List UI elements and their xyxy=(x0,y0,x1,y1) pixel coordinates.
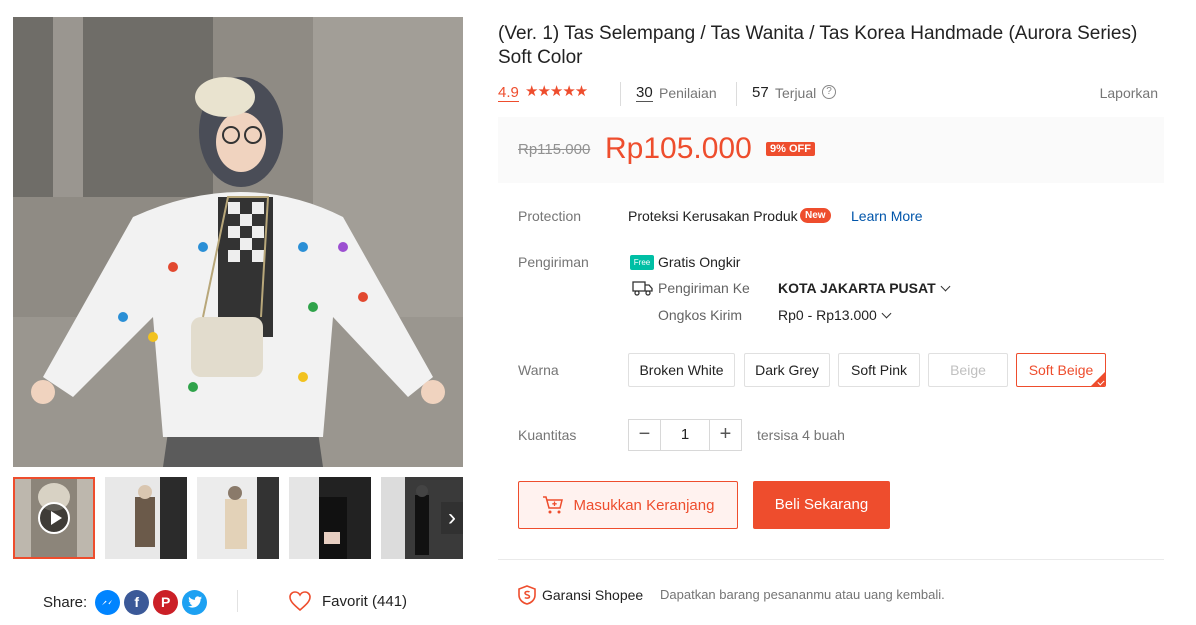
favorite-button[interactable]: Favorit (441) xyxy=(288,590,407,612)
thumbnail-image xyxy=(289,477,371,559)
stock-text: tersisa 4 buah xyxy=(757,427,845,443)
variant-dark-grey[interactable]: Dark Grey xyxy=(744,353,830,387)
section-divider xyxy=(498,559,1164,560)
check-icon xyxy=(1097,378,1105,386)
thumbnail-image xyxy=(197,477,279,559)
shipping-cost: Rp0 - Rp13.000 xyxy=(778,307,877,323)
variant-soft-pink[interactable]: Soft Pink xyxy=(838,353,920,387)
variant-broken-white[interactable]: Broken White xyxy=(628,353,735,387)
thumbnail-image-2[interactable] xyxy=(105,477,187,559)
truck-icon xyxy=(632,280,654,301)
learn-more-link[interactable]: Learn More xyxy=(851,208,923,224)
play-icon[interactable] xyxy=(38,502,70,534)
quantity-stepper: − 1 + xyxy=(628,419,742,451)
shipping-city-dropdown[interactable]: KOTA JAKARTA PUSAT xyxy=(778,280,951,296)
free-shipping-text: Gratis Ongkir xyxy=(658,254,741,270)
thumbnail-image xyxy=(105,477,187,559)
product-title: (Ver. 1) Tas Selempang / Tas Wanita / Ta… xyxy=(498,23,1138,68)
help-icon[interactable]: ? xyxy=(822,85,836,99)
chevron-down-icon xyxy=(881,308,892,319)
add-to-cart-button[interactable]: Masukkan Keranjang xyxy=(518,481,738,529)
rating-stars-icon: ★★★★★ xyxy=(525,83,588,100)
guarantee-title: Garansi Shopee xyxy=(542,587,644,603)
main-product-image[interactable] xyxy=(13,17,463,467)
shield-icon xyxy=(518,585,536,610)
messenger-icon[interactable] xyxy=(95,589,121,615)
buy-now-button[interactable]: Beli Sekarang xyxy=(753,481,890,529)
rating-value[interactable]: 4.9 xyxy=(498,84,519,102)
variant-beige: Beige xyxy=(928,353,1008,387)
share-label: Share: xyxy=(43,593,88,611)
new-badge: New xyxy=(800,208,831,223)
discount-badge: 9% OFF xyxy=(766,142,815,156)
product-photo xyxy=(13,17,463,467)
shipping-cost-label: Ongkos Kirim xyxy=(658,307,743,323)
share-divider xyxy=(237,590,238,612)
free-shipping-icon: Free xyxy=(630,255,654,270)
shipping-to-label: Pengiriman Ke xyxy=(658,280,750,296)
protection-text: Proteksi Kerusakan Produk xyxy=(628,208,798,224)
protection-label: Protection xyxy=(518,208,582,224)
stats-divider xyxy=(736,82,737,106)
guarantee-text: Dapatkan barang pesananmu atau uang kemb… xyxy=(660,587,945,602)
facebook-icon[interactable]: f xyxy=(124,589,150,615)
twitter-icon[interactable] xyxy=(182,589,208,615)
current-price: Rp105.000 xyxy=(605,132,752,165)
next-thumbnail-chevron-icon[interactable]: › xyxy=(441,502,463,534)
cart-icon xyxy=(542,496,563,514)
thumbnail-video[interactable] xyxy=(13,477,95,559)
shipping-city: KOTA JAKARTA PUSAT xyxy=(778,280,936,296)
add-to-cart-label: Masukkan Keranjang xyxy=(573,496,715,514)
pinterest-icon[interactable]: P xyxy=(153,589,179,615)
sold-count: 57 xyxy=(752,84,769,101)
quantity-label: Kuantitas xyxy=(518,427,577,443)
share-row: Share: f P xyxy=(43,588,208,616)
shipping-cost-dropdown[interactable]: Rp0 - Rp13.000 xyxy=(778,307,892,323)
reviews-count[interactable]: 30 xyxy=(636,84,653,102)
variant-soft-beige-label: Soft Beige xyxy=(1028,362,1094,378)
sold-label: Terjual xyxy=(775,85,817,101)
variant-label: Warna xyxy=(518,362,559,378)
original-price: Rp115.000 xyxy=(518,141,591,158)
thumbnail-image-3[interactable] xyxy=(197,477,279,559)
thumbnail-strip: › xyxy=(13,477,463,559)
quantity-input[interactable]: 1 xyxy=(661,420,709,450)
favorite-label: Favorit (441) xyxy=(322,592,408,610)
heart-icon xyxy=(289,591,311,612)
quantity-increase-button[interactable]: + xyxy=(709,420,741,450)
stats-divider xyxy=(620,82,621,106)
product-stats: 4.9 ★★★★★ 30 Penilaian 57 Terjual ? Lapo… xyxy=(498,82,1158,106)
thumbnail-image-5[interactable]: › xyxy=(381,477,463,559)
shipping-label: Pengiriman xyxy=(518,254,589,270)
report-link[interactable]: Laporkan xyxy=(1100,85,1158,101)
reviews-label: Penilaian xyxy=(659,85,717,101)
chevron-down-icon xyxy=(940,281,951,292)
thumbnail-image-4[interactable] xyxy=(289,477,371,559)
variant-soft-beige[interactable]: Soft Beige xyxy=(1016,353,1106,387)
quantity-decrease-button[interactable]: − xyxy=(629,420,661,450)
price-box: Rp115.000 Rp105.000 9% OFF xyxy=(498,117,1164,183)
